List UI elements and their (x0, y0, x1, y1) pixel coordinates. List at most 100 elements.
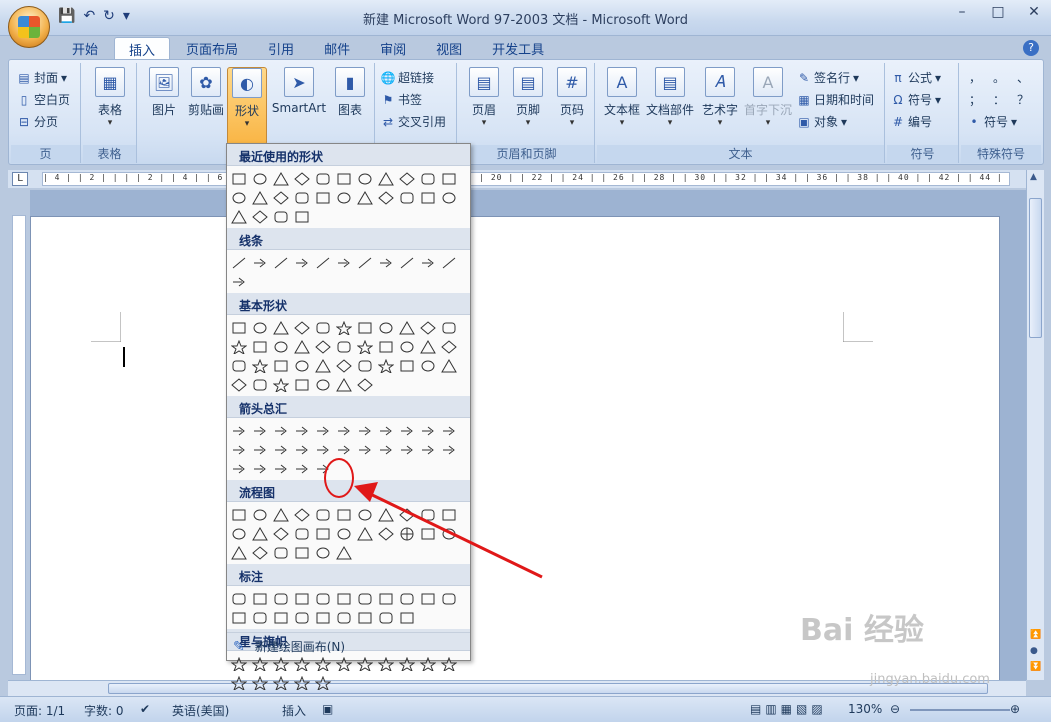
tab-mailings[interactable]: 邮件 (310, 37, 364, 59)
shape-item[interactable] (397, 422, 417, 440)
shape-item[interactable] (292, 544, 312, 562)
enum-comma-char[interactable]: 、 (1017, 69, 1029, 86)
shape-item[interactable] (355, 376, 375, 394)
shape-item[interactable] (313, 609, 333, 627)
shape-item[interactable] (376, 189, 396, 207)
shape-item[interactable] (313, 674, 333, 692)
hyperlink-button[interactable]: 🌐 超链接 (381, 69, 434, 86)
special-symbol-button[interactable]: • 符号 ▾ (967, 113, 1017, 130)
scroll-thumb[interactable] (1029, 198, 1042, 338)
quick-parts-button[interactable]: ▤ 文档部件 ▾ (645, 67, 695, 128)
shape-item[interactable] (418, 590, 438, 608)
shape-item[interactable] (292, 376, 312, 394)
shape-item[interactable] (397, 609, 417, 627)
shape-item[interactable] (229, 441, 249, 459)
equation-button[interactable]: π 公式 ▾ (891, 69, 941, 86)
shape-item[interactable] (418, 170, 438, 188)
shape-item[interactable] (376, 319, 396, 337)
shape-item[interactable] (439, 170, 459, 188)
shape-item[interactable] (271, 422, 291, 440)
shape-item[interactable] (292, 506, 312, 524)
new-drawing-canvas-item[interactable]: ✎ 新建绘图画布(N) (227, 632, 470, 660)
macro-icon[interactable]: ▣ (322, 702, 333, 716)
shapes-button[interactable]: ◐ 形状 ▾ (227, 67, 267, 145)
shape-item[interactable] (313, 441, 333, 459)
shape-item[interactable] (229, 376, 249, 394)
tab-references[interactable]: 引用 (254, 37, 308, 59)
shape-item[interactable] (250, 441, 270, 459)
page-number-button[interactable]: # 页码 ▾ (549, 67, 595, 128)
shape-item[interactable] (229, 674, 249, 692)
shape-item[interactable] (355, 441, 375, 459)
shape-item[interactable] (355, 170, 375, 188)
shape-item[interactable] (313, 590, 333, 608)
shape-item[interactable] (271, 208, 291, 226)
shape-item[interactable] (397, 590, 417, 608)
shape-item[interactable] (313, 338, 333, 356)
shape-item[interactable] (292, 208, 312, 226)
shape-item[interactable] (271, 376, 291, 394)
shape-item[interactable] (271, 189, 291, 207)
shape-item[interactable] (397, 357, 417, 375)
tab-insert[interactable]: 插入 (114, 37, 171, 59)
shape-item[interactable] (229, 254, 249, 272)
shape-item[interactable] (292, 609, 312, 627)
object-button[interactable]: ▣ 对象 ▾ (797, 113, 847, 130)
shape-item[interactable] (229, 506, 249, 524)
shape-item[interactable] (334, 590, 354, 608)
shape-item[interactable] (334, 338, 354, 356)
picture-button[interactable]: 🖼 图片 (141, 67, 187, 118)
shape-item[interactable] (439, 189, 459, 207)
textbox-button[interactable]: A 文本框 ▾ (599, 67, 645, 128)
zoom-out-icon[interactable]: ⊖ (890, 702, 900, 716)
vertical-scrollbar[interactable]: ▲ ⏫ ● ⏬ (1026, 170, 1044, 680)
page-break-button[interactable]: ⊟ 分页 (17, 113, 58, 130)
shape-item[interactable] (292, 590, 312, 608)
close-button[interactable]: ✕ (1023, 4, 1045, 20)
cover-page-button[interactable]: ▤ 封面 ▾ (17, 69, 67, 86)
vertical-ruler[interactable] (12, 215, 26, 675)
bookmark-button[interactable]: ⚑ 书签 (381, 91, 422, 108)
shape-item[interactable] (418, 357, 438, 375)
shape-item[interactable] (313, 254, 333, 272)
view-buttons[interactable]: ▤▥▦▧▨ (750, 702, 827, 716)
shape-item[interactable] (229, 338, 249, 356)
header-button[interactable]: ▤ 页眉 ▾ (461, 67, 507, 128)
shape-item[interactable] (313, 357, 333, 375)
tab-selector[interactable]: L (12, 172, 28, 186)
shape-item[interactable] (376, 590, 396, 608)
shape-item[interactable] (313, 319, 333, 337)
shape-item[interactable] (418, 189, 438, 207)
tab-page-layout[interactable]: 页面布局 (172, 37, 252, 59)
shape-item[interactable] (334, 357, 354, 375)
signature-line-button[interactable]: ✎ 签名行 ▾ (797, 69, 859, 86)
zoom-in-icon[interactable]: ⊕ (1010, 702, 1020, 716)
shape-item[interactable] (250, 357, 270, 375)
shape-item[interactable] (313, 544, 333, 562)
shape-item[interactable] (418, 319, 438, 337)
shape-item[interactable] (439, 422, 459, 440)
shape-item[interactable] (334, 422, 354, 440)
shape-item[interactable] (355, 590, 375, 608)
insert-mode[interactable]: 插入 (282, 702, 306, 719)
language[interactable]: 英语(美国) (172, 702, 229, 719)
shape-item[interactable] (397, 189, 417, 207)
shape-item[interactable] (313, 422, 333, 440)
shape-item[interactable] (397, 170, 417, 188)
shape-item[interactable] (250, 674, 270, 692)
shape-item[interactable] (292, 674, 312, 692)
zoom-slider[interactable] (910, 709, 1010, 711)
shape-item[interactable] (229, 590, 249, 608)
shape-item[interactable] (355, 254, 375, 272)
shape-item[interactable] (250, 506, 270, 524)
shape-item[interactable] (418, 441, 438, 459)
shape-item[interactable] (229, 189, 249, 207)
word-count[interactable]: 字数: 0 (84, 702, 124, 719)
shape-item[interactable] (250, 189, 270, 207)
shape-item[interactable] (250, 460, 270, 478)
minimize-button[interactable]: – (951, 4, 973, 20)
shape-item[interactable] (271, 674, 291, 692)
blank-page-button[interactable]: ▯ 空白页 (17, 91, 70, 108)
shape-item[interactable] (292, 170, 312, 188)
cross-reference-button[interactable]: ⇄ 交叉引用 (381, 113, 446, 130)
